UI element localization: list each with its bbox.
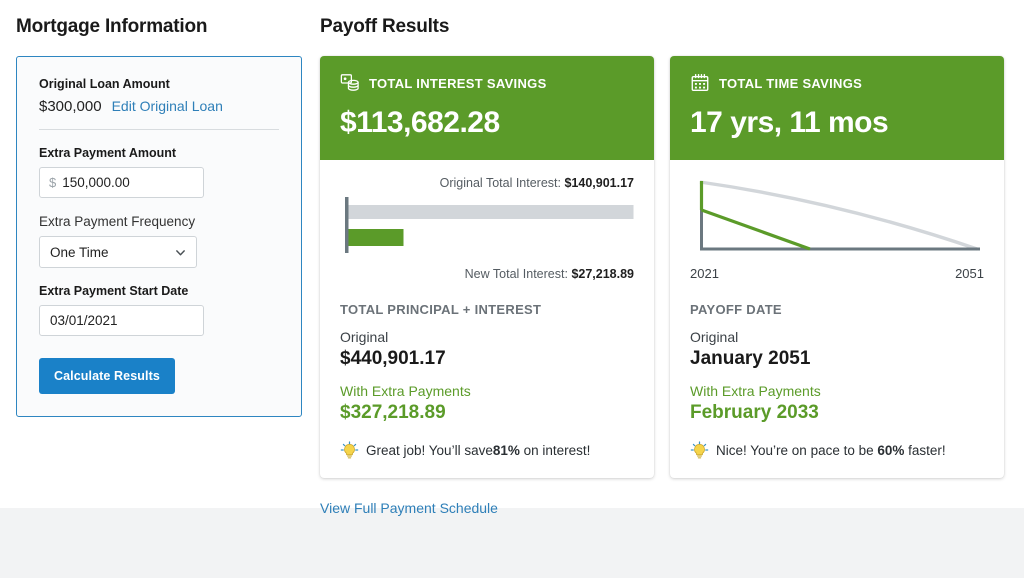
new-total-interest-caption: New Total Interest: $27,218.89 (340, 267, 634, 281)
card-header-interest: TOTAL INTEREST SAVINGS $113,682.28 (320, 56, 654, 160)
lightbulb-icon (340, 441, 359, 459)
chevron-down-icon (176, 249, 185, 255)
loan-balance-line-chart: 2021 2051 (690, 176, 984, 284)
card-header-row-interest: TOTAL INTEREST SAVINGS (340, 73, 634, 93)
calculate-results-button[interactable]: Calculate Results (39, 358, 175, 394)
panel-divider (39, 129, 279, 130)
page-title-payoff-results: Payoff Results (320, 16, 450, 37)
payoff-results-column: Payoff Results TOTAL INTEREST SAVINGS $1… (320, 0, 1010, 518)
new-total-interest-label: New Total Interest: (464, 267, 568, 281)
extra-principal-interest-label: With Extra Payments (340, 383, 471, 399)
original-principal-interest-label: Original (340, 329, 389, 345)
bar-chart-axis (345, 197, 349, 253)
tip-prefix-interest: Great job! You’ll save (366, 443, 493, 458)
total-interest-savings-value: $113,682.28 (340, 106, 500, 139)
extra-payment-start-date-label: Extra Payment Start Date (39, 284, 189, 298)
card-body-time: 2021 2051 PAYOFF DATE Original January 2… (670, 160, 1004, 478)
extra-payment-amount-group: Extra Payment Amount $ (39, 146, 279, 198)
extra-payment-frequency-label: Extra Payment Frequency (39, 214, 196, 229)
extra-payment-amount-input[interactable] (62, 175, 203, 190)
result-cards-row: TOTAL INTEREST SAVINGS $113,682.28 Origi… (320, 56, 1010, 478)
interest-comparison-bar-chart: Original Total Interest: $140,901.17 New… (340, 176, 634, 284)
bar-new-interest (348, 229, 404, 246)
tip-highlight-interest: 81% (492, 443, 520, 458)
lightbulb-icon (690, 441, 709, 459)
edit-original-loan-link[interactable]: Edit Original Loan (112, 98, 223, 114)
bar-original-interest (348, 205, 634, 219)
original-loan-row: $300,000 Edit Original Loan (39, 98, 279, 115)
money-stack-icon (340, 74, 359, 91)
line-chart-svg (699, 180, 980, 251)
extra-payment-start-date-input-wrapper[interactable] (39, 305, 204, 336)
tip-highlight-time: 60% (877, 443, 905, 458)
line-chart-axis-labels: 2021 2051 (690, 266, 984, 281)
axis-label-end: 2051 (955, 266, 984, 281)
stat-title-payoff-date: PAYOFF DATE (690, 302, 782, 317)
original-payoff-date-label: Original (690, 329, 739, 345)
extra-payment-amount-label: Extra Payment Amount (39, 146, 177, 160)
total-interest-savings-card: TOTAL INTEREST SAVINGS $113,682.28 Origi… (320, 56, 654, 478)
mortgage-information-panel: Original Loan Amount $300,000 Edit Origi… (16, 56, 302, 417)
time-savings-tip-text: Nice! You’re on pace to be 60% faster! (716, 443, 946, 458)
total-time-savings-value: 17 yrs, 11 mos (690, 106, 889, 139)
interest-savings-tip-text: Great job! You’ll save81% on interest! (366, 443, 590, 458)
line-original-balance (699, 180, 978, 251)
original-loan-amount-label: Original Loan Amount (39, 77, 170, 91)
view-full-payment-schedule-link[interactable]: View Full Payment Schedule (320, 500, 498, 516)
card-header-row-time: TOTAL TIME SAVINGS (690, 73, 984, 93)
tip-suffix-interest: on interest! (519, 443, 591, 458)
extra-payoff-date-label: With Extra Payments (690, 383, 821, 399)
extra-payment-start-date-group: Extra Payment Start Date (39, 284, 279, 336)
stat-title-principal-interest: TOTAL PRINCIPAL + INTEREST (340, 302, 542, 317)
original-principal-interest-value: $440,901.17 (340, 348, 446, 369)
original-total-interest-label: Original Total Interest: (439, 176, 561, 190)
mortgage-information-column: Mortgage Information Original Loan Amoun… (16, 0, 302, 417)
card-header-label-interest: TOTAL INTEREST SAVINGS (369, 75, 547, 91)
original-loan-group: Original Loan Amount $300,000 Edit Origi… (39, 77, 279, 115)
axis-label-start: 2021 (690, 266, 719, 281)
extra-payoff-date-value: February 2033 (690, 402, 819, 423)
extra-payment-amount-input-wrapper[interactable]: $ (39, 167, 204, 198)
card-header-label-time: TOTAL TIME SAVINGS (719, 75, 863, 91)
tip-prefix-time: Nice! You’re on pace to be (716, 443, 878, 458)
time-savings-tip-row: Nice! You’re on pace to be 60% faster! (690, 441, 984, 460)
extra-payment-frequency-select[interactable]: One Time (39, 236, 197, 268)
extra-principal-interest-value: $327,218.89 (340, 402, 446, 423)
original-total-interest-caption: Original Total Interest: $140,901.17 (340, 176, 634, 190)
page-background-band (0, 508, 1024, 578)
interest-savings-tip-row: Great job! You’ll save81% on interest! (340, 441, 634, 460)
new-total-interest-value: $27,218.89 (571, 267, 634, 281)
currency-symbol-icon: $ (49, 175, 57, 190)
original-payoff-date-value: January 2051 (690, 348, 811, 369)
extra-payment-start-date-input[interactable] (40, 313, 203, 328)
tip-suffix-time: faster! (904, 443, 946, 458)
extra-payment-frequency-group: Extra Payment Frequency One Time (39, 214, 279, 268)
original-total-interest-value: $140,901.17 (564, 176, 634, 190)
card-header-time: TOTAL TIME SAVINGS 17 yrs, 11 mos (670, 56, 1004, 160)
total-time-savings-card: TOTAL TIME SAVINGS 17 yrs, 11 mos 2021 2… (670, 56, 1004, 478)
original-loan-amount-value: $300,000 (39, 98, 102, 115)
card-body-interest: Original Total Interest: $140,901.17 New… (320, 160, 654, 478)
mortgage-payoff-calculator-page: Mortgage Information Original Loan Amoun… (0, 0, 1024, 578)
line-extra-payment-balance (700, 208, 811, 251)
page-title-mortgage-information: Mortgage Information (16, 16, 208, 37)
bar-chart-svg (345, 197, 634, 253)
calendar-icon (691, 73, 709, 91)
extra-payment-frequency-value: One Time (50, 244, 109, 260)
